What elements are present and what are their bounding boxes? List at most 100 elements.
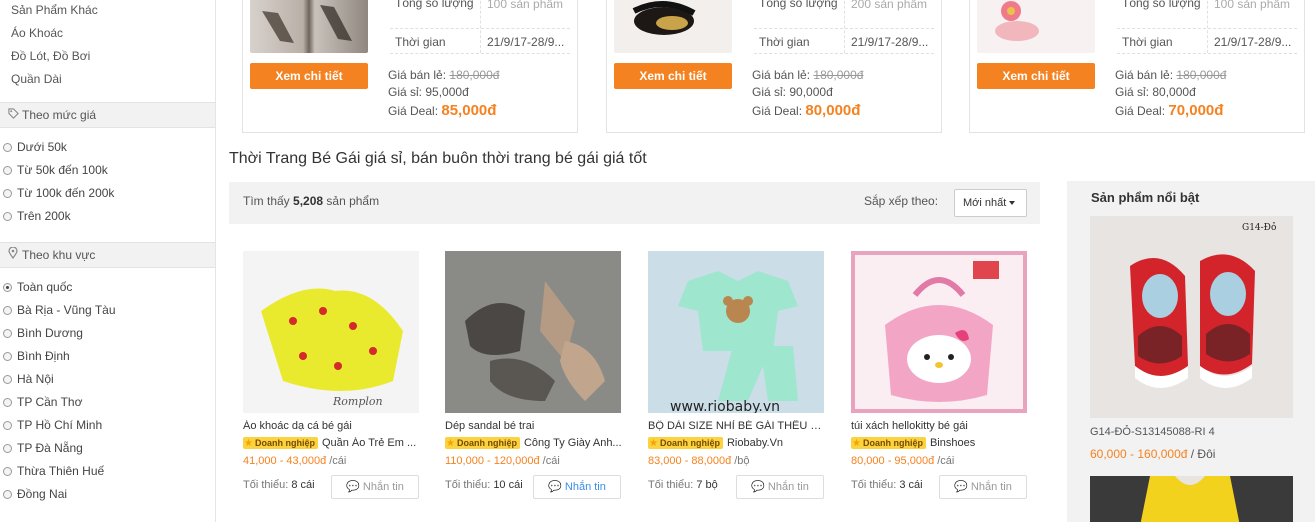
business-badge: ★ Doanh nghiệp (243, 437, 318, 449)
qty-value: 200 sản phẩm (851, 0, 928, 11)
deal-image[interactable] (250, 0, 368, 53)
wholesale-price: Giá sỉ: 90,000đ (752, 85, 833, 99)
svg-text:Romplon: Romplon (332, 395, 383, 408)
radio-button[interactable] (3, 165, 12, 175)
radio-button[interactable] (3, 305, 12, 315)
message-button[interactable]: 💬 Nhắn tin (533, 475, 621, 499)
price-option[interactable]: Từ 100k đến 200k (3, 186, 114, 200)
business-badge: ★ Doanh nghiệp (445, 437, 520, 449)
radio-button[interactable] (3, 443, 12, 453)
price-option[interactable]: Dưới 50k (3, 140, 67, 154)
divider (754, 53, 934, 54)
divider (480, 0, 481, 53)
view-detail-button[interactable]: Xem chi tiết (250, 63, 368, 89)
message-button[interactable]: 💬 Nhắn tin (736, 475, 824, 499)
radio-button[interactable] (3, 489, 12, 499)
price-option[interactable]: Trên 200k (3, 209, 71, 223)
radio-button[interactable] (3, 420, 12, 430)
radio-button[interactable] (3, 188, 12, 198)
qty-label: Tổng số lượng (395, 0, 474, 10)
seller-name[interactable]: Riobaby.Vn (727, 437, 783, 449)
page-title: Thời Trang Bé Gái giá sỉ, bán buôn thời … (229, 150, 647, 167)
deal-price: Giá Deal: 70,000đ (1115, 102, 1224, 119)
seller-row: ★ Doanh nghiệp Binshoes (851, 437, 1027, 449)
seller-name[interactable]: Công Ty Giày Anh... (524, 437, 621, 449)
product-card: Romplon Áo khoác dạ cá bé gái ★ Doanh ngh… (243, 251, 419, 499)
message-button[interactable]: 💬 Nhắn tin (939, 475, 1027, 499)
featured-image[interactable]: G14-Đỏ (1090, 216, 1293, 418)
deal-price: Giá Deal: 85,000đ (388, 102, 497, 119)
featured-image[interactable] (1090, 476, 1293, 522)
chat-icon: 💬 (548, 481, 562, 493)
sidebar-category-link[interactable]: Sản Phẩm Khác (11, 3, 98, 17)
radio-button[interactable] (3, 397, 12, 407)
star-icon: ★ (446, 437, 455, 449)
radio-button[interactable] (3, 374, 12, 384)
product-name[interactable]: Áo khoác dạ cá bé gái (243, 420, 419, 432)
radio-button-selected[interactable] (3, 282, 12, 292)
view-detail-button[interactable]: Xem chi tiết (977, 63, 1095, 89)
min-order: Tối thiểu: 7 bộ (648, 479, 718, 491)
retail-price: Giá bán lẻ: 180,000đ (388, 68, 500, 82)
product-name[interactable]: túi xách hellokitty bé gái (851, 420, 1027, 432)
product-image[interactable] (851, 251, 1027, 413)
star-icon: ★ (852, 437, 861, 449)
region-option[interactable]: Đồng Nai (3, 487, 67, 501)
region-option[interactable]: Hà Nội (3, 372, 54, 386)
price-option-label: Trên 200k (17, 209, 71, 223)
region-option[interactable]: TP Cần Thơ (3, 395, 82, 409)
sidebar-category-link[interactable]: Áo Khoác (11, 26, 63, 40)
region-option[interactable]: TP Đà Nẵng (3, 441, 83, 455)
region-option[interactable]: Bình Dương (3, 326, 83, 340)
region-option-label: Bình Định (17, 349, 70, 363)
radio-button[interactable] (3, 211, 12, 221)
radio-button[interactable] (3, 351, 12, 361)
view-detail-button[interactable]: Xem chi tiết (614, 63, 732, 89)
region-option-label: Bà Rịa - Vũng Tàu (17, 303, 116, 317)
sort-dropdown[interactable]: Mới nhất (954, 189, 1027, 217)
qty-value: 100 sản phẩm (487, 0, 564, 11)
featured-item-name[interactable]: G14-ĐỎ-S13145088-RI 4 (1090, 426, 1215, 438)
region-option[interactable]: Bình Định (3, 349, 70, 363)
region-option[interactable]: TP Hồ Chí Minh (3, 418, 102, 432)
sidebar-category-link[interactable]: Đồ Lót, Đồ Bơi (11, 49, 90, 63)
divider (390, 53, 570, 54)
region-option-label: Đồng Nai (17, 487, 68, 501)
product-image[interactable]: www.riobaby.vn (648, 251, 824, 413)
chat-icon: 💬 (346, 481, 360, 493)
min-order: Tối thiểu: 8 cái (243, 479, 315, 491)
product-price: 110,000 - 120,000đ /cái (445, 455, 560, 467)
product-image[interactable]: Romplon (243, 251, 419, 413)
product-image[interactable] (445, 251, 621, 413)
caret-down-icon (1009, 201, 1016, 206)
region-option-label: Bình Dương (17, 326, 83, 340)
divider (754, 28, 934, 29)
message-button[interactable]: 💬 Nhắn tin (331, 475, 419, 499)
region-option[interactable]: Toàn quốc (3, 280, 72, 294)
radio-button[interactable] (3, 142, 12, 152)
price-option[interactable]: Từ 50k đến 100k (3, 163, 108, 177)
qty-label: Tổng số lượng (1122, 0, 1201, 10)
price-filter-label: Theo mức giá (22, 108, 97, 122)
deal-image[interactable] (614, 0, 732, 53)
sidebar-category-link[interactable]: Quần Dài (11, 72, 62, 86)
price-option-label: Dưới 50k (17, 140, 67, 154)
region-option[interactable]: Bà Rịa - Vũng Tàu (3, 303, 116, 317)
region-option[interactable]: Thừa Thiên Huế (3, 464, 104, 478)
product-price: 41,000 - 43,000đ /cái (243, 455, 347, 467)
seller-name[interactable]: Binshoes (930, 437, 975, 449)
featured-item-price: 60,000 - 160,000đ / Đôi (1090, 447, 1216, 461)
deal-image[interactable] (977, 0, 1095, 53)
radio-button[interactable] (3, 328, 12, 338)
radio-button[interactable] (3, 466, 12, 476)
wholesale-price: Giá sỉ: 95,000đ (388, 85, 469, 99)
region-filter-heading: Theo khu vực (0, 242, 215, 268)
seller-name[interactable]: Quần Áo Trẻ Em ... (322, 437, 416, 449)
deal-card: Xem chi tiết Tổng số lượng 200 sản phẩm … (606, 0, 942, 133)
price-option-label: Từ 50k đến 100k (17, 163, 108, 177)
product-name[interactable]: Dép sandal bé trai (445, 420, 621, 432)
product-name[interactable]: BỘ DÀI SIZE NHỈ BÉ GÁI THÊU G... (648, 420, 824, 432)
product-card: túi xách hellokitty bé gái ★ Doanh nghiệp… (851, 251, 1027, 499)
chat-icon: 💬 (954, 481, 968, 493)
deal-card: Xem chi tiết Tổng số lượng 100 sản phẩm … (969, 0, 1305, 133)
